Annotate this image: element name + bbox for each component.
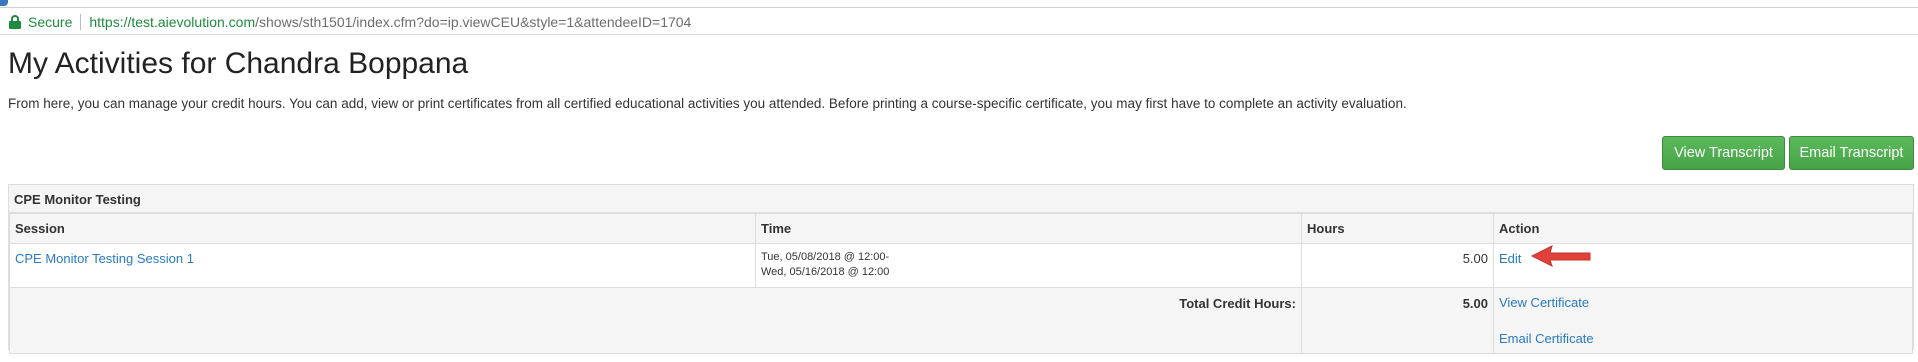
secure-label: Secure (28, 13, 73, 30)
column-header-session: Session (9, 213, 756, 244)
activity-panel: CPE Monitor Testing Session Time Hours A… (8, 184, 1914, 354)
total-row: Total Credit Hours: 5.00 View Certificat… (9, 287, 1913, 354)
column-header-action: Action (1493, 213, 1913, 244)
time-end: Wed, 05/16/2018 @ 12:00 (761, 266, 890, 278)
time-start: Tue, 05/08/2018 @ 12:00- (761, 251, 890, 263)
table-row: CPE Monitor Testing Session 1 Tue, 05/08… (9, 243, 1913, 288)
total-hours-value: 5.00 (1301, 287, 1494, 354)
browser-tab-strip (0, 0, 1918, 8)
address-bar[interactable]: Secure https://test.aievolution.com/show… (0, 9, 1918, 35)
view-certificate-link[interactable]: View Certificate (1499, 295, 1907, 310)
url-text[interactable]: https://test.aievolution.com/shows/sth15… (89, 14, 691, 30)
activity-table: Session Time Hours Action CPE Monitor Te… (9, 213, 1913, 354)
session-link[interactable]: CPE Monitor Testing Session 1 (15, 251, 194, 266)
hours-cell: 5.00 (1301, 243, 1494, 288)
panel-heading: CPE Monitor Testing (9, 185, 1913, 213)
view-transcript-button[interactable]: View Transcript (1662, 136, 1785, 170)
page-title: My Activities for Chandra Boppana (8, 47, 469, 80)
intro-text: From here, you can manage your credit ho… (8, 96, 1407, 111)
column-header-hours: Hours (1301, 213, 1494, 244)
address-separator (80, 13, 82, 30)
lock-icon (8, 14, 22, 30)
certificate-actions: View Certificate Email Certificate (1493, 287, 1913, 354)
annotation-arrow-icon (1530, 245, 1591, 267)
session-cell: CPE Monitor Testing Session 1 (9, 243, 756, 288)
email-transcript-button[interactable]: Email Transcript (1789, 136, 1914, 170)
total-credit-hours-label: Total Credit Hours: (9, 287, 1302, 354)
email-certificate-link[interactable]: Email Certificate (1499, 331, 1907, 346)
column-header-time: Time (755, 213, 1302, 244)
url-path: /shows/sth1501/index.cfm?do=ip.viewCEU&s… (255, 13, 692, 30)
browser-tab-icon (0, 0, 8, 6)
table-header-row: Session Time Hours Action (9, 213, 1913, 244)
edit-link[interactable]: Edit (1499, 251, 1521, 266)
time-cell: Tue, 05/08/2018 @ 12:00- Wed, 05/16/2018… (755, 243, 1302, 288)
url-host: https://test.aievolution.com (89, 13, 256, 30)
